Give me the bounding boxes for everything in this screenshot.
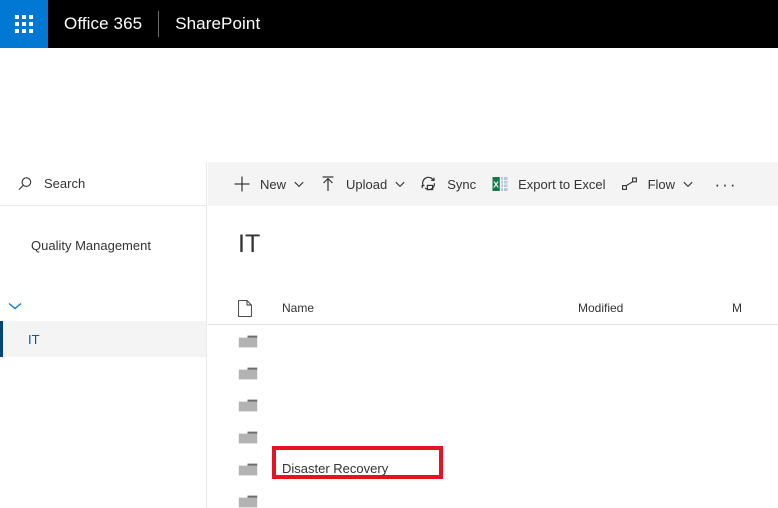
- export-to-excel-button-label: Export to Excel: [518, 176, 606, 192]
- sidebar-item-label: Quality Management: [31, 237, 151, 253]
- sync-button-label: Sync: [447, 176, 477, 192]
- new-button-label: New: [260, 176, 287, 192]
- sync-button[interactable]: Sync: [418, 168, 478, 200]
- chevron-down-icon: [8, 303, 22, 310]
- waffle-dot: [15, 15, 19, 19]
- column-header-modified[interactable]: Modified: [578, 301, 732, 315]
- sidebar-item-it[interactable]: IT: [0, 321, 206, 357]
- flow-button[interactable]: Flow: [619, 168, 695, 200]
- row-icon-cell: [238, 333, 282, 349]
- table-row[interactable]: [208, 421, 778, 453]
- excel-icon: X: [491, 175, 509, 193]
- folder-icon: [238, 495, 258, 507]
- waffle-dot: [15, 29, 19, 33]
- waffle-dot: [15, 22, 19, 26]
- row-icon-cell: [238, 429, 282, 445]
- waffle-dot: [22, 29, 26, 33]
- upload-button[interactable]: Upload: [317, 168, 407, 200]
- search-input[interactable]: Search: [0, 162, 206, 206]
- waffle-dot: [22, 15, 26, 19]
- waffle-dot: [29, 15, 33, 19]
- flow-icon: [621, 175, 639, 193]
- row-name-cell: Disaster Recovery: [282, 461, 389, 476]
- office-365-link[interactable]: Office 365: [64, 14, 142, 34]
- new-button[interactable]: New: [231, 168, 306, 200]
- suite-bar: Office 365 SharePoint: [0, 0, 778, 48]
- flow-button-label: Flow: [647, 176, 676, 192]
- export-to-excel-button[interactable]: X Export to Excel: [489, 168, 607, 200]
- nav-group-expander[interactable]: [0, 291, 206, 321]
- folder-icon: [238, 463, 258, 475]
- table-row[interactable]: [208, 325, 778, 357]
- waffle-dot: [22, 22, 26, 26]
- nav-list: Quality Management IT: [0, 227, 206, 357]
- left-navigation: Search Quality Management IT: [0, 162, 207, 508]
- folder-icon: [238, 431, 258, 443]
- brand-divider: [158, 11, 160, 37]
- row-icon-cell: [238, 493, 282, 508]
- waffle-icon: [15, 15, 33, 33]
- sync-icon: [420, 175, 438, 193]
- sharepoint-link[interactable]: SharePoint: [175, 14, 260, 34]
- command-bar: New Upload Sync X Export to Excel Flow ·…: [208, 162, 778, 206]
- site-header-band: [0, 48, 778, 162]
- waffle-dot: [29, 29, 33, 33]
- chevron-down-icon: [294, 181, 304, 187]
- upload-arrow-icon: [319, 175, 337, 193]
- row-icon-cell: [238, 397, 282, 413]
- sidebar-item-quality-management[interactable]: Quality Management: [0, 227, 206, 263]
- table-row[interactable]: [208, 357, 778, 389]
- document-icon: [238, 299, 252, 317]
- row-icon-cell: [238, 365, 282, 381]
- table-row[interactable]: [208, 389, 778, 421]
- column-header-icon[interactable]: [238, 299, 282, 317]
- column-header-name[interactable]: Name: [282, 301, 578, 315]
- svg-text:X: X: [493, 179, 499, 189]
- suite-brand: Office 365 SharePoint: [48, 0, 260, 48]
- table-row[interactable]: [208, 485, 778, 508]
- app-launcher-button[interactable]: [0, 0, 48, 48]
- chevron-down-icon: [683, 181, 693, 187]
- upload-button-label: Upload: [346, 176, 388, 192]
- sidebar-item-label: IT: [28, 331, 40, 347]
- search-icon: [18, 176, 32, 190]
- row-icon-cell: [238, 461, 282, 477]
- column-header-modified-by[interactable]: M: [732, 301, 778, 315]
- table-row[interactable]: Disaster Recovery: [208, 453, 778, 485]
- folder-icon: [238, 335, 258, 347]
- search-placeholder-text: Search: [44, 176, 86, 191]
- folder-icon: [238, 399, 258, 411]
- plus-icon: [233, 175, 251, 193]
- list-column-headers: Name Modified M: [208, 293, 778, 325]
- chevron-down-icon: [395, 181, 405, 187]
- page-title: IT: [238, 230, 261, 258]
- waffle-dot: [29, 22, 33, 26]
- folder-icon: [238, 367, 258, 379]
- more-commands-button[interactable]: ···: [713, 171, 739, 197]
- main-content: IT Name Modified M Disaster Recovery: [208, 206, 778, 508]
